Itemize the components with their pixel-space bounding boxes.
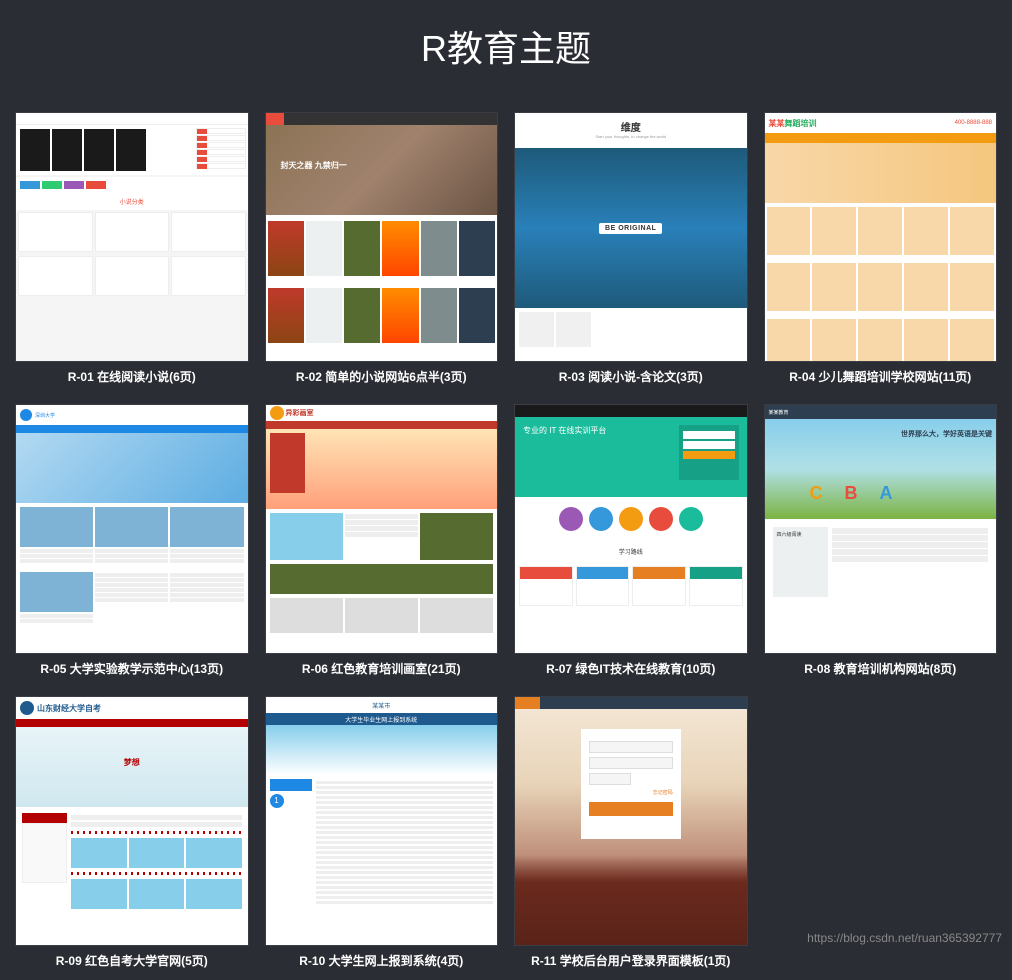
template-card[interactable]: 某某教育 世界那么大，学好英语是关键CBA 四六级阅读 R-08 教育培训机构网… <box>764 404 998 678</box>
thumbnail: 某某舞蹈培训400-8888-888 <box>764 112 998 362</box>
template-card[interactable]: 专业的 IT 在线实训平台 学习路线 R-07 绿色IT技术在线教育(10页) <box>514 404 748 678</box>
thumbnail: 某某教育 世界那么大，学好英语是关键CBA 四六级阅读 <box>764 404 998 654</box>
page-title: R教育主题 <box>10 20 1002 72</box>
thumbnail: 异彩画室 <box>265 404 499 654</box>
template-card[interactable]: 封天之器 九禁归一 R-02 简单的小说网站6点半(3页) <box>265 112 499 386</box>
caption: R-01 在线阅读小说(6页) <box>15 368 249 386</box>
caption: R-08 教育培训机构网站(8页) <box>764 660 998 678</box>
template-card[interactable]: 某某市 大学生毕业生网上报到系统 1 R-10 大学生网上报到系统(4页) <box>265 696 499 970</box>
thumbnail: 封天之器 九禁归一 <box>265 112 499 362</box>
template-card[interactable]: 忘记密码 R-11 学校后台用户登录界面模板(1页) <box>514 696 748 970</box>
caption: R-03 阅读小说-含论文(3页) <box>514 368 748 386</box>
template-card[interactable]: 山东财经大学自考 梦想 R-09 红色自考大学官网(5页) <box>15 696 249 970</box>
template-grid: 小说分类 R-01 在线阅读小说(6页) 封天之器 九禁归一 R-02 简单的小… <box>10 112 1002 970</box>
watermark: https://blog.csdn.net/ruan365392777 <box>807 931 1002 945</box>
caption: R-06 红色教育培训画室(21页) <box>265 660 499 678</box>
caption: R-05 大学实验教学示范中心(13页) <box>15 660 249 678</box>
template-card[interactable]: 小说分类 R-01 在线阅读小说(6页) <box>15 112 249 386</box>
template-card[interactable]: 某某舞蹈培训400-8888-888 R-04 少儿舞蹈培训学校网站(11页) <box>764 112 998 386</box>
thumbnail: 山东财经大学自考 梦想 <box>15 696 249 946</box>
caption: R-07 绿色IT技术在线教育(10页) <box>514 660 748 678</box>
caption: R-02 简单的小说网站6点半(3页) <box>265 368 499 386</box>
thumbnail: 专业的 IT 在线实训平台 学习路线 <box>514 404 748 654</box>
thumbnail: 深圳大学 <box>15 404 249 654</box>
thumbnail: 忘记密码 <box>514 696 748 946</box>
caption: R-09 红色自考大学官网(5页) <box>15 952 249 970</box>
caption: R-04 少儿舞蹈培训学校网站(11页) <box>764 368 998 386</box>
template-card[interactable]: 深圳大学 R-05 大学实验教学示范中心(13页) <box>15 404 249 678</box>
template-card[interactable]: 维度Start your thoughts, to change the wor… <box>514 112 748 386</box>
thumbnail: 某某市 大学生毕业生网上报到系统 1 <box>265 696 499 946</box>
caption: R-11 学校后台用户登录界面模板(1页) <box>514 952 748 970</box>
caption: R-10 大学生网上报到系统(4页) <box>265 952 499 970</box>
thumbnail: 小说分类 <box>15 112 249 362</box>
template-card[interactable]: 异彩画室 R-06 红色教育培训画室(21页) <box>265 404 499 678</box>
thumbnail: 维度Start your thoughts, to change the wor… <box>514 112 748 362</box>
